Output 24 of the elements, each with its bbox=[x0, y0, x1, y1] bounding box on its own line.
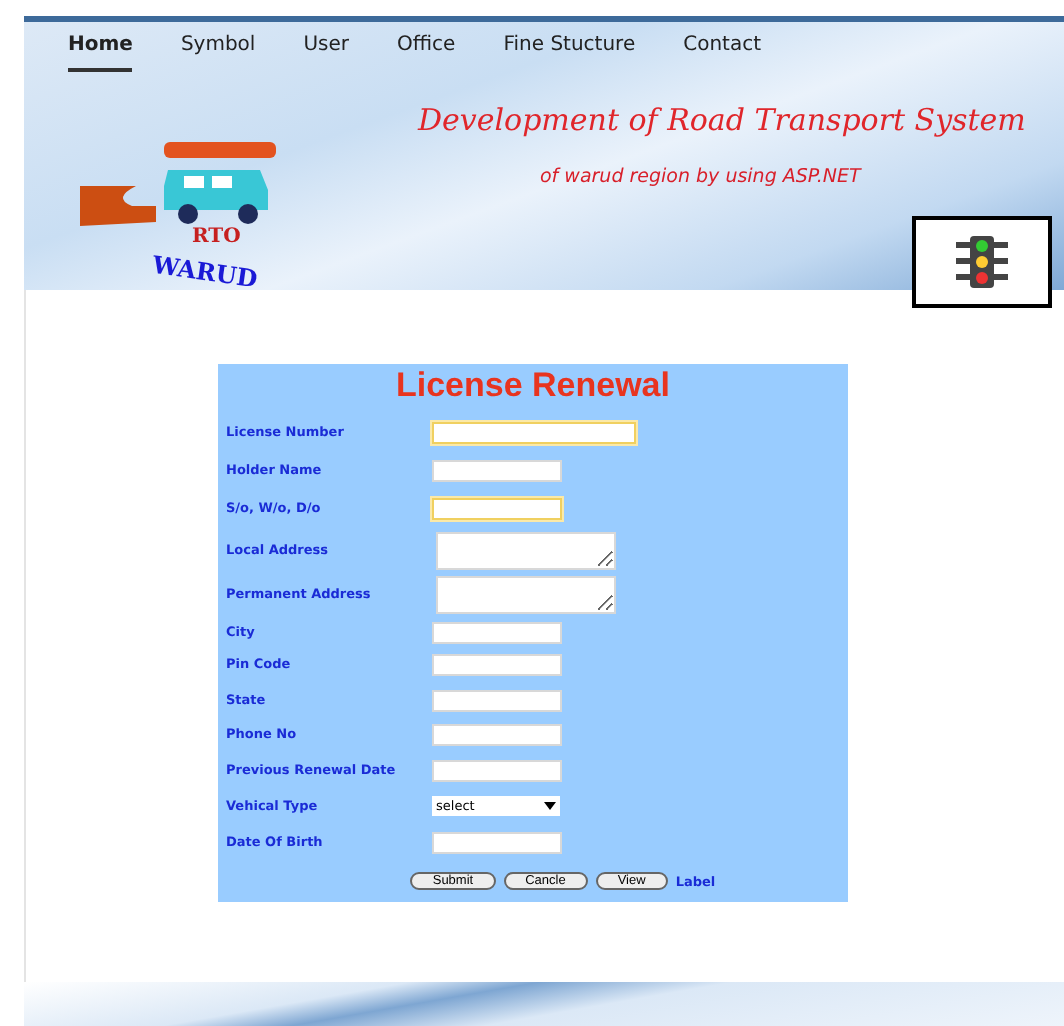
input-field[interactable] bbox=[432, 460, 562, 482]
nav-link[interactable]: User bbox=[303, 34, 350, 72]
input-field[interactable] bbox=[432, 724, 562, 746]
logo-text: WARUD bbox=[150, 250, 260, 294]
site-title: Development of Road Transport System bbox=[418, 102, 1026, 138]
input-field[interactable] bbox=[432, 654, 562, 676]
input-field[interactable] bbox=[432, 498, 562, 520]
nav-link[interactable]: Office bbox=[397, 34, 456, 72]
nav-link[interactable]: Symbol bbox=[180, 34, 256, 72]
input-field[interactable] bbox=[432, 831, 562, 853]
logo-text: RTO bbox=[192, 226, 241, 248]
nav-link[interactable]: Home bbox=[68, 34, 133, 72]
nav-link[interactable]: Contact bbox=[683, 34, 762, 72]
text-area[interactable] bbox=[436, 575, 616, 613]
form-title: License Renewal bbox=[393, 364, 672, 408]
input-field[interactable] bbox=[432, 621, 562, 643]
caret-icon bbox=[544, 802, 556, 810]
site-subtitle: of warud region by using ASP.NET bbox=[540, 166, 861, 188]
traffic-light-icon bbox=[952, 232, 1012, 292]
text-area[interactable] bbox=[436, 531, 616, 569]
input-field[interactable] bbox=[432, 422, 636, 444]
nav-link[interactable]: Fine Stucture bbox=[503, 34, 636, 72]
input-field[interactable] bbox=[432, 689, 562, 711]
input-field[interactable] bbox=[432, 759, 562, 781]
